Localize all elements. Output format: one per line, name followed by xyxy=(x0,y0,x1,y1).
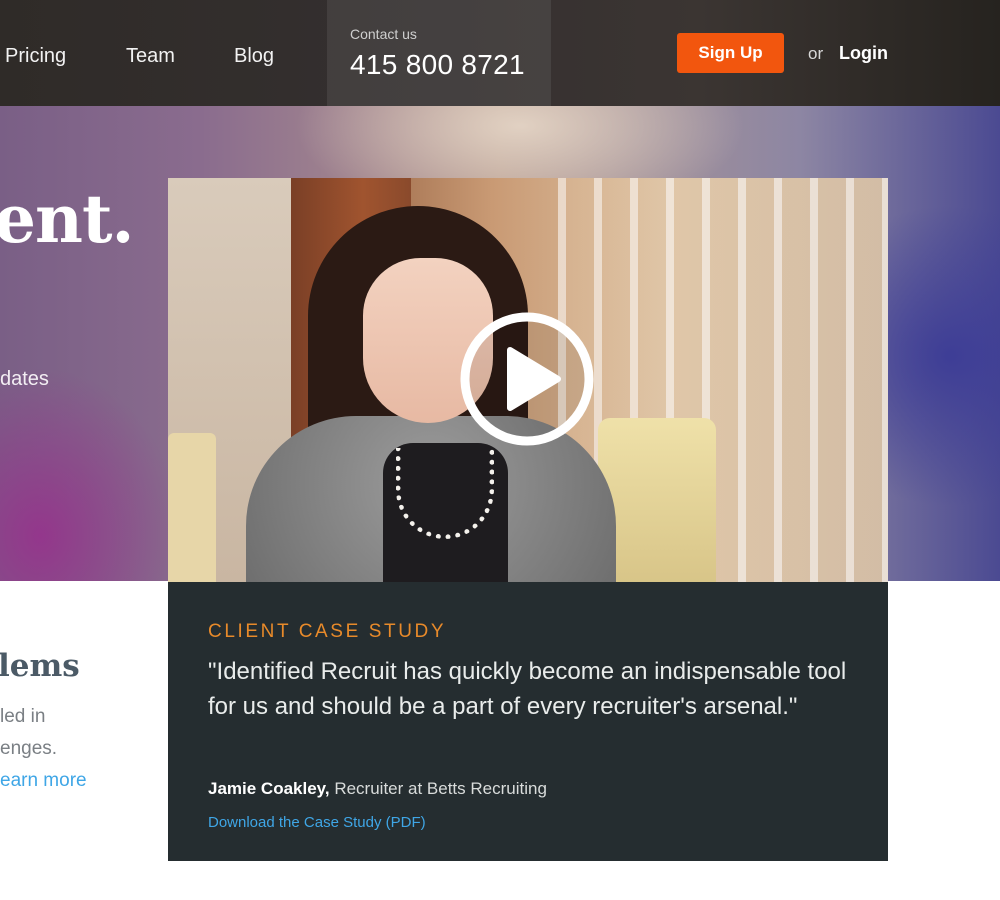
or-separator: or xyxy=(808,44,824,63)
section-text-line-1: led in xyxy=(0,706,46,727)
contact-label: Contact us xyxy=(350,26,417,42)
contact-phone[interactable]: 415 800 8721 xyxy=(350,49,525,81)
sign-up-button[interactable]: Sign Up xyxy=(677,33,784,73)
case-study-author: Jamie Coakley, Recruiter at Betts Recrui… xyxy=(208,779,547,799)
play-button[interactable] xyxy=(458,310,596,448)
case-study-quote: "Identified Recruit has quickly become a… xyxy=(208,658,847,720)
nav-link-team[interactable]: Team xyxy=(126,45,175,68)
contact-box: Contact us 415 800 8721 xyxy=(327,0,551,106)
nav-link-blog[interactable]: Blog xyxy=(234,45,274,68)
section-text-line-2: enges. xyxy=(0,738,58,759)
top-navigation: Pricing Team Blog Contact us 415 800 872… xyxy=(0,0,1000,106)
hero-headline: ent. xyxy=(0,180,134,258)
case-study-video[interactable] xyxy=(168,178,888,582)
login-link[interactable]: Login xyxy=(839,43,888,64)
author-name: Jamie Coakley, xyxy=(208,779,330,798)
case-study-label: CLIENT CASE STUDY xyxy=(208,621,447,642)
learn-more-link[interactable]: earn more xyxy=(0,770,87,792)
section-heading: lems xyxy=(0,648,80,684)
hero-subtext: dates xyxy=(0,368,49,390)
case-study-panel: CLIENT CASE STUDY "Identified Recruit ha… xyxy=(168,582,888,861)
video-chair-left xyxy=(168,433,216,582)
download-case-study-link[interactable]: Download the Case Study (PDF) xyxy=(208,814,426,831)
author-role: Recruiter at Betts Recruiting xyxy=(334,779,547,798)
play-circle-icon xyxy=(460,312,594,446)
nav-link-pricing[interactable]: Pricing xyxy=(5,45,66,68)
